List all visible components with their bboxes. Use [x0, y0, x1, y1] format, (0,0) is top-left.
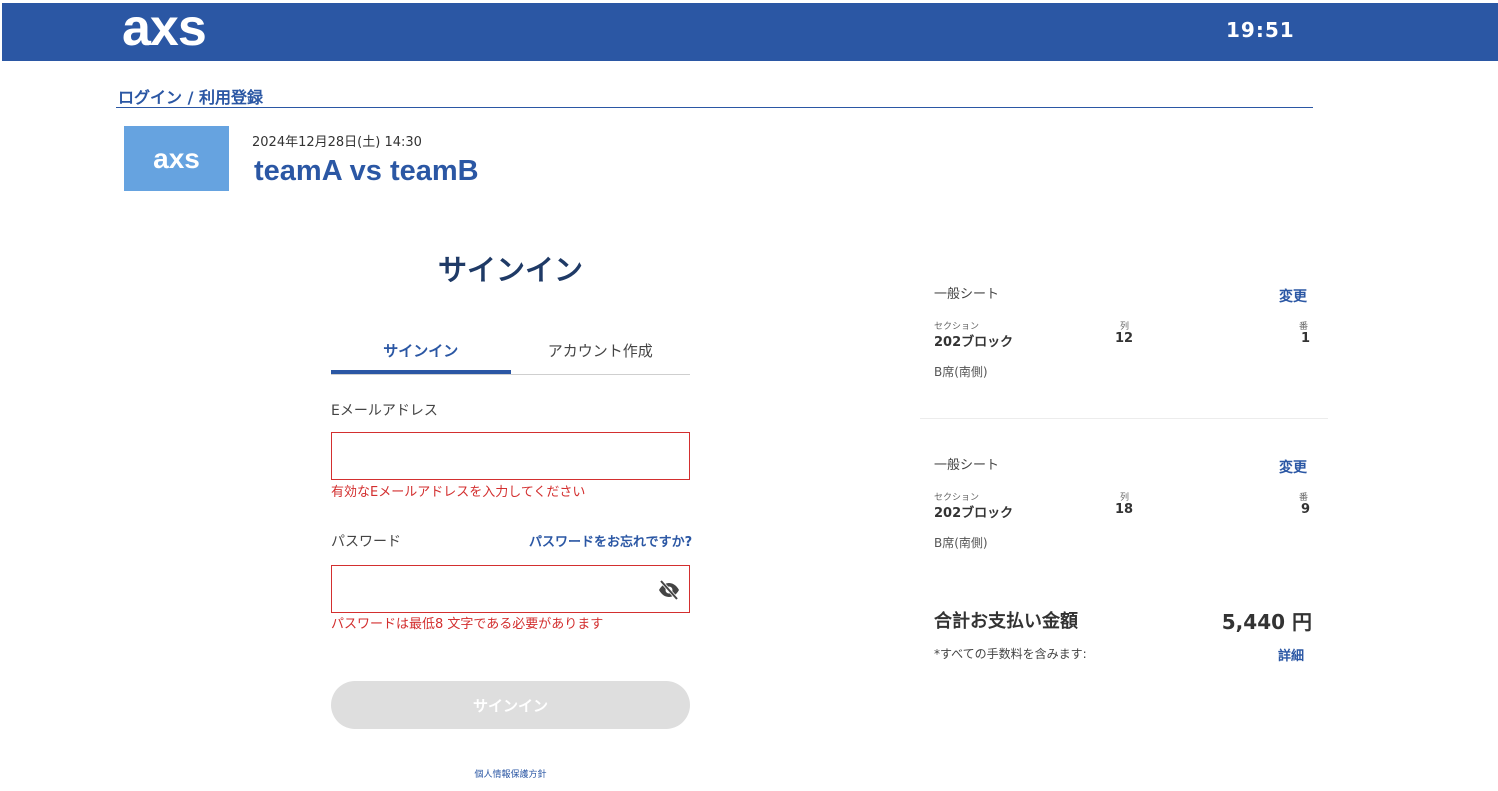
privacy-policy-link[interactable]: 個人情報保護方針 [331, 767, 690, 780]
seat-zone: B席(南側) [934, 365, 988, 379]
password-field-wrapper [331, 565, 690, 613]
seat-number-value: 1 [1300, 331, 1310, 346]
breadcrumb-divider [116, 107, 1313, 108]
row-value: 18 [1115, 502, 1134, 517]
event-date: 2024年12月28日(土) 14:30 [252, 135, 422, 150]
signin-heading: サインイン [437, 253, 583, 287]
change-seat-button[interactable]: 変更 [1279, 286, 1307, 306]
breadcrumb: ログイン / 利用登録 [118, 88, 263, 107]
event-title: teamA vs teamB [254, 155, 479, 187]
fee-note: *すべての手数料を含みます: [934, 647, 1087, 661]
seat-type: 一般シート [934, 287, 1000, 302]
total-label: 合計お支払い金額 [934, 611, 1078, 632]
forgot-password-link[interactable]: パスワードをお忘れですか? [529, 531, 692, 550]
total-value: 5,440 円 [1221, 610, 1312, 634]
seat-number-value: 9 [1300, 502, 1310, 517]
password-label: パスワード [331, 534, 401, 550]
tab-signin[interactable]: サインイン [331, 333, 511, 374]
signin-tabs: サインイン アカウント作成 [331, 333, 690, 375]
email-label: Eメールアドレス [331, 403, 438, 419]
details-link[interactable]: 詳細 [1278, 645, 1304, 664]
eye-off-icon[interactable] [657, 578, 681, 602]
section-value: 202ブロック [934, 506, 1014, 521]
row-value: 12 [1115, 331, 1134, 346]
seat-zone: B席(南側) [934, 536, 988, 550]
top-header-bar: axs 19:51 [2, 2, 1498, 61]
password-error: パスワードは最低8 文字である必要があります [331, 617, 604, 632]
seat-divider [920, 418, 1328, 419]
change-seat-button[interactable]: 変更 [1279, 457, 1307, 477]
signin-button[interactable]: サインイン [331, 681, 690, 729]
seat-type: 一般シート [934, 458, 1000, 473]
email-field-wrapper [331, 432, 690, 480]
event-image-logo: axs [153, 142, 200, 174]
event-image: axs [124, 126, 229, 191]
email-field[interactable] [332, 433, 689, 479]
axs-logo[interactable]: axs [122, 2, 207, 54]
email-error: 有効なEメールアドレスを入力してください [331, 485, 586, 500]
tab-create-account[interactable]: アカウント作成 [511, 333, 691, 374]
section-value: 202ブロック [934, 335, 1014, 350]
countdown-timer: 19:51 [1226, 18, 1295, 42]
password-field[interactable] [332, 566, 689, 612]
